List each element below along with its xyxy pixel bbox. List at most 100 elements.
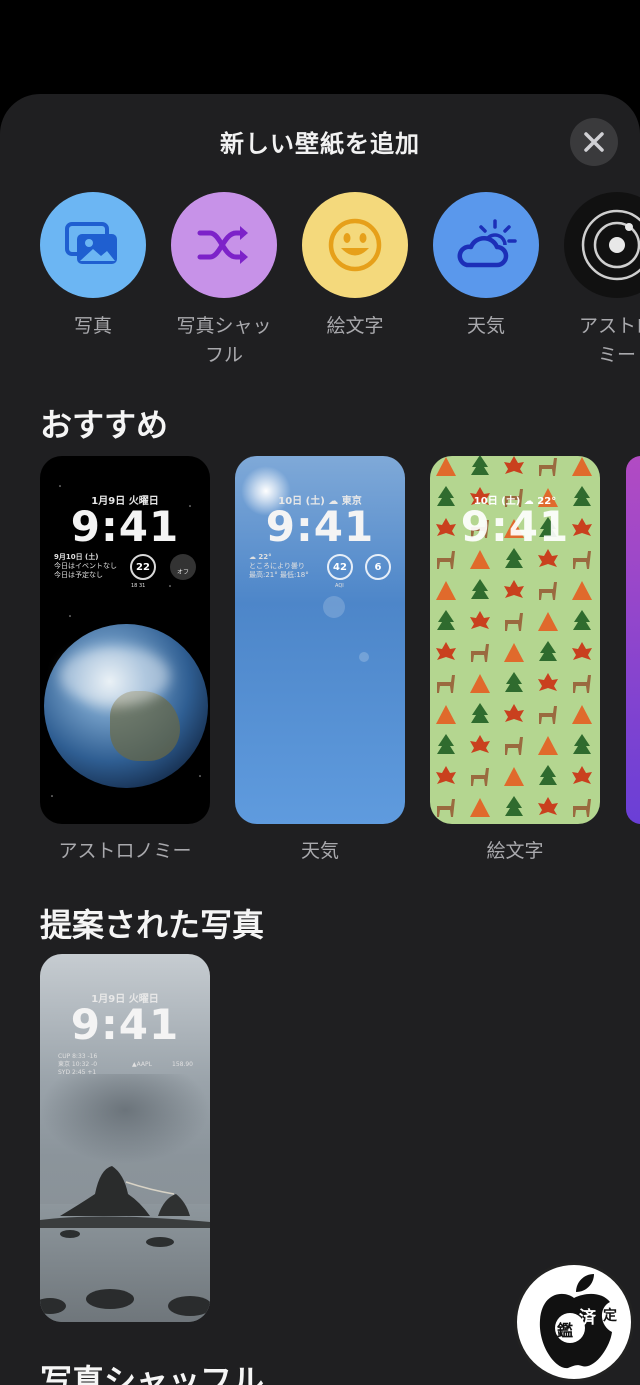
watermark-char-3: 定 — [603, 1308, 617, 1324]
cloud-sun-icon — [457, 219, 517, 268]
lockscreen-time: 9:41 — [70, 1000, 180, 1049]
stock-symbol: ▲AAPL — [132, 1061, 152, 1068]
watermark-char-2: 済 — [579, 1308, 596, 1328]
deer-emoji — [471, 768, 489, 786]
suggested-section-title: 提案された写真 — [40, 906, 265, 944]
tent-emoji — [504, 767, 524, 786]
lockscreen-time: 9:41 — [460, 502, 570, 551]
category-photo-shuffle-label-line2: フル — [204, 344, 243, 366]
category-astronomy-label: アストロ ミー — [564, 312, 640, 370]
category-photo-shuffle-circle[interactable] — [171, 192, 277, 298]
maple-leaf-emoji — [572, 642, 592, 660]
tent-emoji — [470, 674, 490, 693]
deer-emoji — [505, 613, 523, 631]
maple-leaf-emoji — [504, 580, 524, 598]
featured-section-title: おすすめ — [40, 406, 169, 444]
maple-leaf-emoji — [470, 611, 490, 629]
widget-line2: 今日は予定なし — [54, 571, 103, 579]
featured-card-weather[interactable]: 10日 (土) ☁ 東京 9:41 ☁ 22° ところにより曇り 最高:21° … — [235, 456, 405, 824]
category-photos[interactable]: 写真 — [40, 192, 146, 341]
maple-leaf-emoji — [436, 766, 456, 784]
tent-emoji — [538, 612, 558, 631]
tent-emoji — [436, 457, 456, 476]
featured-card-partial[interactable] — [626, 456, 640, 824]
category-photos-label: 写真 — [73, 315, 112, 337]
weather-temp: ☁ 22° — [249, 553, 272, 561]
xmark-icon — [584, 132, 604, 152]
category-photo-shuffle-label-line1: 写真シャッ — [176, 315, 272, 337]
aqi-label: AQI — [335, 583, 344, 589]
tent-emoji — [572, 457, 592, 476]
tree-emoji — [471, 703, 489, 723]
deer-emoji — [437, 799, 455, 817]
photos-icon — [65, 222, 117, 264]
tent-emoji — [538, 736, 558, 755]
featured-card-astronomy-label: アストロノミー — [58, 840, 192, 862]
category-astronomy-label-line1: アストロ — [578, 315, 640, 337]
orbit-icon — [581, 209, 640, 281]
close-button[interactable] — [570, 118, 618, 166]
category-astronomy[interactable]: アストロ ミー — [564, 192, 640, 370]
stock-price: 158.90 — [172, 1061, 193, 1068]
temperature-range: 18 31 — [131, 583, 146, 589]
smiley-icon — [328, 218, 382, 272]
category-astronomy-circle[interactable] — [564, 192, 640, 298]
category-emoji[interactable]: 絵文字 — [302, 192, 408, 341]
category-weather-label: 天気 — [466, 315, 505, 337]
tree-emoji — [471, 456, 489, 475]
lens-flare-small — [359, 652, 369, 662]
tree-emoji — [505, 796, 523, 816]
category-emoji-circle[interactable] — [302, 192, 408, 298]
category-photo-shuffle[interactable]: 写真シャッ フル — [171, 192, 277, 370]
category-astronomy-label-line2: ミー — [597, 344, 636, 366]
world-clock-row3: SYD 2:45 +1 — [58, 1069, 97, 1076]
sheet-title: 新しい壁紙を追加 — [220, 130, 420, 158]
widget-date: 9月10日 (土) — [54, 553, 99, 561]
lens-flare — [323, 596, 345, 618]
deer-emoji — [505, 737, 523, 755]
category-weather-circle[interactable] — [433, 192, 539, 298]
deer-emoji — [573, 799, 591, 817]
deer-emoji — [573, 551, 591, 569]
earth-clouds — [60, 646, 170, 706]
weather-high-low: 最高:21° 最低:18° — [249, 571, 309, 579]
deer-emoji — [573, 675, 591, 693]
wallpaper-category-row: 写真 写真シャッ フル 絵文字 天気 アスト ミー — [40, 192, 640, 367]
category-photo-shuffle-label: 写真シャッ フル — [171, 312, 277, 370]
category-emoji-label: 絵文字 — [326, 315, 384, 337]
tree-emoji — [505, 672, 523, 692]
category-weather[interactable]: 天気 — [433, 192, 539, 341]
maple-leaf-emoji — [436, 642, 456, 660]
tree-emoji — [471, 579, 489, 599]
photo-shuffle-section-title: 写真シャッフル — [40, 1362, 265, 1385]
lockscreen-time: 9:41 — [265, 502, 375, 551]
temperature-ring: 22 — [130, 554, 156, 580]
tent-emoji — [572, 581, 592, 600]
deer-emoji — [539, 706, 557, 724]
side-widget-label: オフ — [177, 569, 190, 576]
tree-emoji — [437, 734, 455, 754]
suggested-photo-card[interactable]: 1月9日 火曜日 9:41 CUP 8:33 -16 東京 10:32 -0 S… — [40, 954, 210, 1322]
deer-emoji — [437, 551, 455, 569]
tree-emoji — [573, 610, 591, 630]
maple-leaf-emoji — [504, 704, 524, 722]
widget-line1: 今日はイベントなし — [54, 562, 117, 570]
deer-emoji — [471, 644, 489, 662]
featured-card-emoji-label: 絵文字 — [486, 840, 544, 862]
tree-emoji — [539, 641, 557, 661]
tent-emoji — [504, 643, 524, 662]
featured-card-weather-label: 天気 — [300, 840, 339, 862]
featured-card-astronomy[interactable]: 1月9日 火曜日 9:41 9月10日 (土) 今日はイベントなし 今日は予定な… — [40, 456, 210, 824]
add-wallpaper-sheet: 新しい壁紙を追加 写真 写真シャッ フル 絵文字 天気 アスト ミー おすすめ … — [0, 94, 640, 1385]
deer-emoji — [437, 675, 455, 693]
weather-condition: ところにより曇り — [249, 562, 305, 570]
uv-ring: 6 — [365, 554, 391, 580]
maple-leaf-emoji — [538, 673, 558, 691]
tent-emoji — [436, 705, 456, 724]
category-photos-circle[interactable] — [40, 192, 146, 298]
maple-leaf-emoji — [538, 549, 558, 567]
tent-emoji — [572, 705, 592, 724]
featured-card-emoji[interactable]: 10日 (土) ☁ 22° 9:41 — [430, 456, 600, 824]
appraisal-watermark: 鑑 済 定 — [514, 1262, 634, 1382]
maple-leaf-emoji — [538, 797, 558, 815]
